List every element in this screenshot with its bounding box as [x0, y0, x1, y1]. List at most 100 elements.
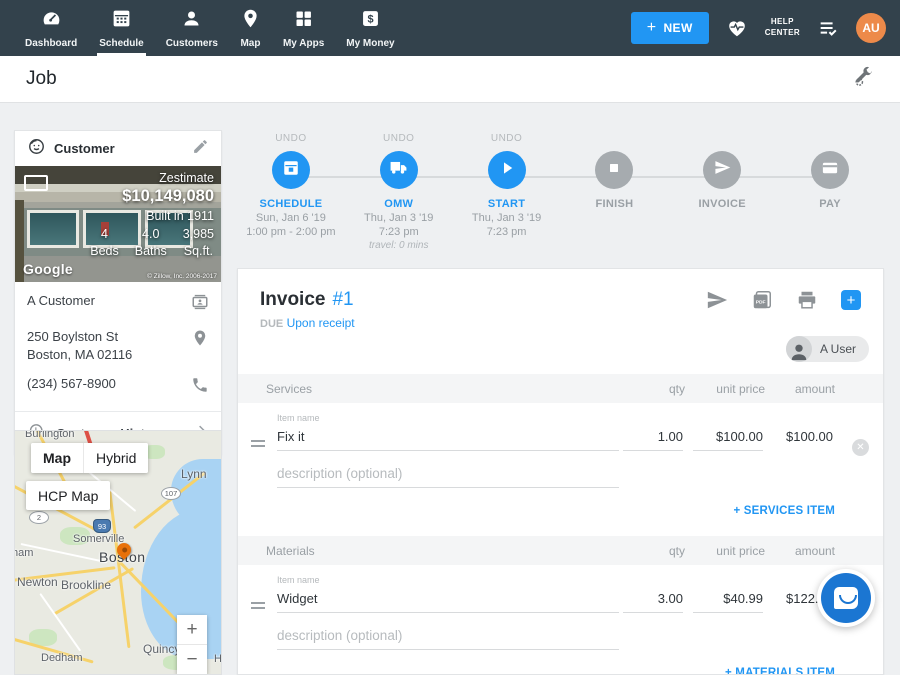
- map-type-hybrid-button[interactable]: Hybrid: [83, 443, 148, 473]
- zoom-out-button[interactable]: −: [177, 645, 207, 675]
- nav-item-dashboard[interactable]: Dashboard: [14, 0, 88, 56]
- nav-label: Dashboard: [25, 38, 77, 49]
- mini-map[interactable]: Burlington Lynn Somerville ham Boston Ne…: [14, 430, 222, 675]
- location-pin-icon[interactable]: [191, 329, 209, 352]
- edit-pencil-icon[interactable]: [192, 138, 209, 160]
- undo-omw-link[interactable]: UNDO: [383, 133, 414, 146]
- step-label: SCHEDULE: [259, 198, 322, 210]
- zoom-in-button[interactable]: +: [177, 615, 207, 645]
- drag-handle[interactable]: [251, 599, 265, 612]
- start-step-button[interactable]: [488, 151, 526, 189]
- top-nav: Dashboard Schedule Customers Map My Apps…: [0, 0, 900, 56]
- service-line-item: Item name $100.00 ✕: [238, 403, 883, 488]
- i93-shield: 93: [93, 519, 111, 533]
- new-button-label: NEW: [663, 21, 692, 35]
- send-icon[interactable]: [706, 289, 728, 311]
- service-amount: $100.00: [763, 429, 833, 451]
- invoice-step-button[interactable]: [703, 151, 741, 189]
- add-materials-item-link[interactable]: + MATERIALS ITEM: [238, 650, 883, 675]
- fullscreen-icon[interactable]: [24, 175, 48, 191]
- services-section-header: Services qty unit price amount: [238, 374, 883, 403]
- schedule-step-button[interactable]: [272, 151, 310, 189]
- stat-baths: 4.0 Baths: [135, 226, 167, 260]
- delete-service-item-button[interactable]: ✕: [852, 439, 869, 456]
- nav-label: Schedule: [99, 38, 143, 49]
- phone-icon[interactable]: [191, 376, 209, 399]
- map-label-brookline: Brookline: [61, 578, 111, 592]
- material-unit-price-input[interactable]: [693, 588, 763, 613]
- map-road: [21, 543, 107, 563]
- step-pay: PAY: [776, 133, 884, 265]
- new-button[interactable]: + NEW: [631, 12, 709, 44]
- item-name-label: Item name: [277, 575, 835, 585]
- customer-name: A Customer: [27, 292, 95, 310]
- undo-schedule-link[interactable]: UNDO: [275, 133, 306, 146]
- help-center-link[interactable]: HELP CENTER: [765, 17, 800, 39]
- add-services-item-link[interactable]: + SERVICES ITEM: [238, 488, 883, 517]
- zestimate-overlay: Zestimate $10,149,080 Built in 1911 4 Be…: [90, 171, 214, 260]
- invoice-due-row: DUE Upon receipt: [260, 316, 861, 330]
- print-icon[interactable]: [796, 289, 818, 311]
- map-type-map-button[interactable]: Map: [31, 443, 83, 473]
- stat-beds: 4 Beds: [90, 226, 119, 260]
- nav-item-customers[interactable]: Customers: [155, 0, 229, 56]
- nav-item-my-money[interactable]: $ My Money: [335, 0, 405, 56]
- pdf-icon[interactable]: PDF: [751, 289, 773, 311]
- step-time: 7:23 pm: [379, 226, 419, 238]
- material-description-input[interactable]: [277, 625, 619, 650]
- service-unit-price-input[interactable]: [693, 426, 763, 451]
- step-label: INVOICE: [699, 198, 746, 210]
- service-qty-input[interactable]: [623, 426, 683, 451]
- app-root: Dashboard Schedule Customers Map My Apps…: [0, 0, 900, 675]
- nav-item-my-apps[interactable]: My Apps: [272, 0, 335, 56]
- hcp-map-button[interactable]: HCP Map: [26, 481, 110, 510]
- service-name-input[interactable]: [277, 426, 619, 451]
- nav-right: + NEW HELP CENTER AU: [631, 0, 886, 56]
- google-watermark: Google: [23, 261, 73, 277]
- omw-step-button[interactable]: [380, 151, 418, 189]
- customer-card-title: Customer: [54, 141, 184, 156]
- route-107-shield: 107: [161, 487, 181, 500]
- nav-item-map[interactable]: Map: [229, 0, 272, 56]
- nav-item-schedule[interactable]: Schedule: [88, 0, 154, 56]
- photo-detail: [27, 210, 79, 248]
- unit-price-column-header: unit price: [685, 382, 765, 396]
- health-heart-icon[interactable]: [726, 17, 748, 39]
- service-description-input[interactable]: [277, 463, 619, 488]
- user-avatar[interactable]: AU: [856, 13, 886, 43]
- step-date: Thu, Jan 3 '19: [472, 212, 541, 224]
- drag-handle[interactable]: [251, 437, 265, 450]
- pay-step-button[interactable]: [811, 151, 849, 189]
- customer-contact: A Customer 250 Boylston St Boston, MA 02…: [15, 282, 221, 399]
- job-settings-icon[interactable]: [852, 66, 874, 93]
- svg-text:$: $: [367, 13, 373, 25]
- customer-name-row: A Customer: [27, 292, 209, 316]
- map-label-waltham: ham: [14, 547, 33, 559]
- assignee-chip[interactable]: A User: [786, 336, 869, 362]
- grid-icon: [293, 8, 314, 34]
- map-label-somerville: Somerville: [73, 533, 124, 545]
- sqft-label: Sq.ft.: [184, 243, 213, 260]
- finish-step-button[interactable]: [595, 151, 633, 189]
- customer-phone-row: (234) 567-8900: [27, 375, 209, 399]
- invoice-number[interactable]: #1: [332, 289, 353, 311]
- page-title: Job: [26, 68, 57, 90]
- route-2-shield: 2: [29, 511, 49, 524]
- step-date: Thu, Jan 3 '19: [364, 212, 433, 224]
- svg-text:PDF: PDF: [756, 299, 766, 305]
- material-qty-input[interactable]: [623, 588, 683, 613]
- add-invoice-button[interactable]: +: [841, 290, 861, 310]
- step-label: START: [488, 198, 525, 210]
- help-line1: HELP: [765, 17, 800, 28]
- task-list-icon[interactable]: [817, 17, 839, 39]
- step-label: OMW: [384, 198, 413, 210]
- map-label-hingham: Hi: [214, 653, 222, 665]
- material-name-input[interactable]: [277, 588, 619, 613]
- property-photo[interactable]: Zestimate $10,149,080 Built in 1911 4 Be…: [15, 166, 221, 282]
- sqft-value: 3,985: [183, 226, 214, 243]
- due-value-link[interactable]: Upon receipt: [287, 316, 355, 330]
- dollar-icon: $: [360, 8, 381, 34]
- chat-fab-button[interactable]: [817, 569, 875, 627]
- contact-card-icon[interactable]: [191, 293, 209, 316]
- undo-start-link[interactable]: UNDO: [491, 133, 522, 146]
